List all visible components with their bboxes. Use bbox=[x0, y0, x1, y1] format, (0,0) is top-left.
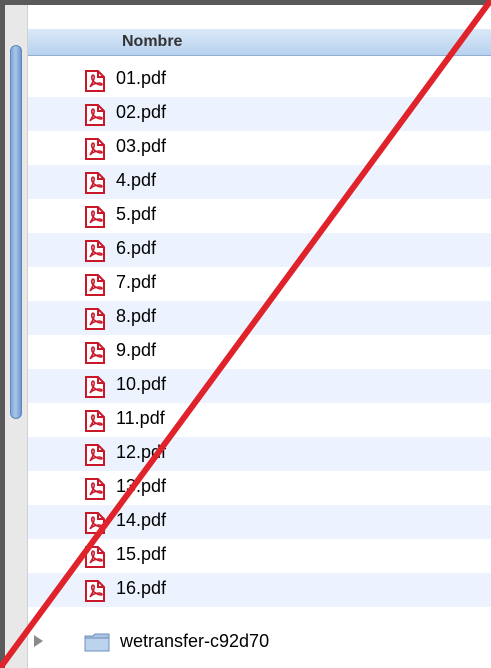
pdf-file-icon bbox=[85, 308, 105, 330]
file-row[interactable]: 12.pdf bbox=[28, 437, 491, 471]
file-name: 10.pdf bbox=[116, 374, 167, 394]
file-name: 6.pdf bbox=[116, 238, 157, 258]
file-row[interactable]: 14.pdf bbox=[28, 505, 491, 539]
file-name: 5.pdf bbox=[116, 204, 157, 224]
pdf-file-icon bbox=[85, 172, 105, 194]
pdf-file-icon bbox=[85, 580, 105, 602]
file-name: 16.pdf bbox=[116, 578, 167, 598]
folder-icon bbox=[84, 633, 110, 652]
scrollbar-track[interactable] bbox=[5, 5, 28, 668]
file-row[interactable]: 15.pdf bbox=[28, 539, 491, 573]
file-name: 8.pdf bbox=[116, 306, 157, 326]
file-row[interactable]: 02.pdf bbox=[28, 97, 491, 131]
file-row[interactable]: 6.pdf bbox=[28, 233, 491, 267]
pdf-file-icon bbox=[85, 376, 105, 398]
folder-name: wetransfer-c92d70 bbox=[120, 631, 270, 651]
folder-row[interactable]: wetransfer-c92d70 bbox=[28, 629, 491, 668]
pdf-file-icon bbox=[85, 478, 105, 500]
pdf-file-icon bbox=[85, 70, 105, 92]
pdf-file-icon bbox=[85, 274, 105, 296]
pdf-file-icon bbox=[85, 104, 105, 126]
pdf-file-icon bbox=[85, 444, 105, 466]
file-row[interactable]: 16.pdf bbox=[28, 573, 491, 607]
file-name: 11.pdf bbox=[116, 408, 165, 428]
column-header[interactable]: Nombre bbox=[28, 29, 491, 56]
file-row[interactable]: 5.pdf bbox=[28, 199, 491, 233]
file-name: 15.pdf bbox=[116, 544, 167, 564]
file-row[interactable]: 11.pdf bbox=[28, 403, 491, 437]
file-row[interactable]: 01.pdf bbox=[28, 63, 491, 97]
column-header-name[interactable]: Nombre bbox=[122, 33, 182, 51]
pdf-file-icon bbox=[85, 206, 105, 228]
pdf-file-icon bbox=[85, 512, 105, 534]
file-row[interactable]: 10.pdf bbox=[28, 369, 491, 403]
file-row[interactable]: 4.pdf bbox=[28, 165, 491, 199]
file-name: 03.pdf bbox=[116, 136, 167, 156]
file-name: 01.pdf bbox=[116, 68, 167, 88]
file-row[interactable]: 13.pdf bbox=[28, 471, 491, 505]
file-row[interactable]: 9.pdf bbox=[28, 335, 491, 369]
file-name: 9.pdf bbox=[116, 340, 157, 360]
file-name: 14.pdf bbox=[116, 510, 167, 530]
file-name: 02.pdf bbox=[116, 102, 167, 122]
pdf-file-icon bbox=[85, 410, 105, 432]
file-row[interactable]: 03.pdf bbox=[28, 131, 491, 165]
file-row[interactable]: 7.pdf bbox=[28, 267, 491, 301]
pdf-file-icon bbox=[85, 138, 105, 160]
file-list: 01.pdf 02.pdf 03.pdf 4.pdf 5.pdf 6.pdf 7.pdf 8.… bbox=[28, 63, 491, 607]
scrollbar-thumb[interactable] bbox=[10, 45, 22, 419]
pdf-file-icon bbox=[85, 546, 105, 568]
file-name: 7.pdf bbox=[116, 272, 157, 292]
finder-window: Nombre 01.pdf 02.pdf 03.pdf 4.pdf 5.pdf 6.pdf… bbox=[5, 5, 491, 668]
disclosure-triangle-icon[interactable] bbox=[34, 635, 43, 647]
pdf-file-icon bbox=[85, 342, 105, 364]
file-row[interactable]: 8.pdf bbox=[28, 301, 491, 335]
file-name: 12.pdf bbox=[116, 442, 167, 462]
file-name: 13.pdf bbox=[116, 476, 167, 496]
file-name: 4.pdf bbox=[116, 170, 157, 190]
pdf-file-icon bbox=[85, 240, 105, 262]
